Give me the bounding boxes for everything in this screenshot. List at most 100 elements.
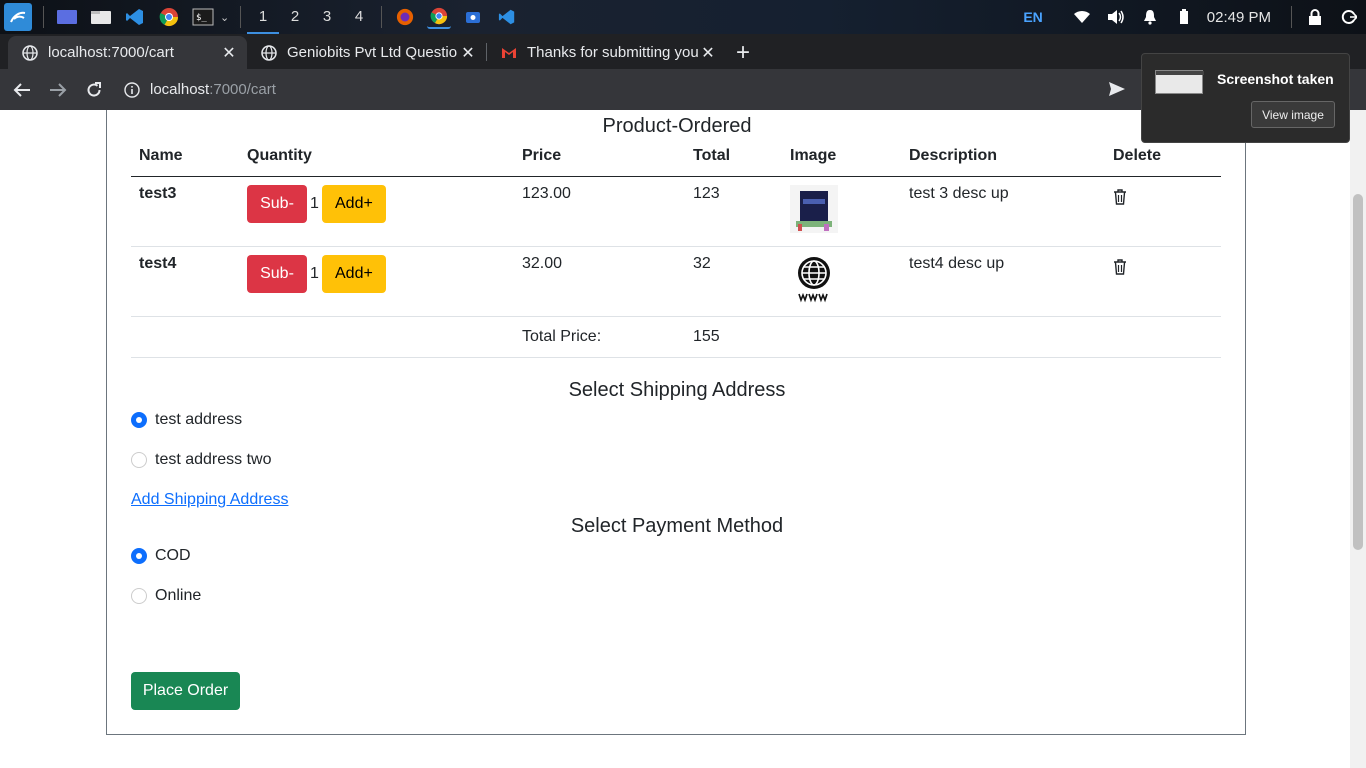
chrome-window-icon[interactable] xyxy=(427,5,451,29)
tab-title: localhost:7000/cart xyxy=(48,44,174,61)
arrow-left-icon xyxy=(13,82,30,97)
vscode-icon[interactable] xyxy=(123,5,147,29)
screenshot-thumbnail[interactable] xyxy=(1155,70,1204,94)
vscode-window-icon[interactable] xyxy=(495,5,519,29)
radio-button[interactable] xyxy=(131,412,147,428)
delete-cell xyxy=(1105,176,1221,247)
quantity-stepper: Sub- 1 Add+ xyxy=(247,184,506,223)
column-header: Image xyxy=(782,137,901,177)
back-button[interactable] xyxy=(6,74,38,106)
total-row: Total Price: 155 xyxy=(131,316,1221,358)
table-row: test3 Sub- 1 Add+ 123.00 123 test 3 desc… xyxy=(131,176,1221,247)
lock-icon[interactable] xyxy=(1306,8,1324,26)
close-icon[interactable]: ✕ xyxy=(700,43,716,63)
column-header: Description xyxy=(901,137,1105,177)
workspace-2[interactable]: 2 xyxy=(279,0,311,34)
total-price-label: Total Price: xyxy=(514,316,685,358)
column-header: Name xyxy=(131,137,239,177)
column-header: Total xyxy=(685,137,782,177)
url-path: :7000/cart xyxy=(209,81,276,98)
total-price-value: 155 xyxy=(685,316,782,358)
quantity-cell: Sub- 1 Add+ xyxy=(239,246,514,317)
kali-menu-icon[interactable] xyxy=(4,3,32,31)
column-header: Price xyxy=(514,137,685,177)
radio-button[interactable] xyxy=(131,588,147,604)
forward-button[interactable] xyxy=(42,74,74,106)
quantity-cell: Sub- 1 Add+ xyxy=(239,176,514,247)
scrollbar-thumb[interactable] xyxy=(1353,194,1363,550)
workspace-4[interactable]: 4 xyxy=(343,0,375,34)
increase-quantity-button[interactable]: Add+ xyxy=(321,184,386,223)
price: 32.00 xyxy=(514,246,685,317)
line-total: 123 xyxy=(685,176,782,247)
decrease-quantity-button[interactable]: Sub- xyxy=(247,254,307,293)
taskbar-separator xyxy=(381,6,382,28)
tab-geniobits[interactable]: Geniobits Pvt Ltd Questio ✕ xyxy=(247,36,486,69)
tab-cart[interactable]: localhost:7000/cart ✕ xyxy=(8,36,247,69)
url-bar[interactable]: localhost:7000/cart xyxy=(124,75,1084,105)
shipping-title: Select Shipping Address xyxy=(568,379,786,401)
battery-icon[interactable] xyxy=(1175,8,1193,26)
product-name: test3 xyxy=(131,176,239,247)
description: test4 desc up xyxy=(901,246,1105,317)
shipping-option[interactable]: test address xyxy=(131,411,242,429)
globe-icon xyxy=(261,44,277,61)
reload-button[interactable] xyxy=(78,74,110,106)
logout-icon[interactable] xyxy=(1340,8,1358,26)
tab-gmail[interactable]: Thanks for submitting you ✕ xyxy=(487,36,726,69)
page-content: Product-Ordered Name Quantity Price Tota… xyxy=(0,110,1350,768)
desktop-icon[interactable] xyxy=(55,5,79,29)
place-order-button[interactable]: Place Order xyxy=(131,672,240,710)
clock[interactable]: 02:49 PM xyxy=(1207,9,1271,26)
notification-bell-icon[interactable] xyxy=(1141,8,1159,26)
description: test 3 desc up xyxy=(901,176,1105,247)
tab-title: Geniobits Pvt Ltd Questio xyxy=(287,44,458,61)
line-total: 32 xyxy=(685,246,782,317)
view-image-button[interactable]: View image xyxy=(1251,101,1335,128)
radio-button[interactable] xyxy=(131,548,147,564)
decrease-quantity-button[interactable]: Sub- xyxy=(247,184,307,223)
volume-icon[interactable] xyxy=(1107,8,1125,26)
send-icon[interactable] xyxy=(1108,80,1126,98)
shipping-option[interactable]: test address two xyxy=(131,451,272,469)
trash-icon[interactable] xyxy=(1113,188,1127,205)
shipping-option-label: test address two xyxy=(155,451,272,468)
book-cover-thumbnail xyxy=(790,184,838,233)
workspace-3[interactable]: 3 xyxy=(311,0,343,34)
quantity-stepper: Sub- 1 Add+ xyxy=(247,254,506,293)
close-icon[interactable]: ✕ xyxy=(221,43,237,63)
add-shipping-address-link[interactable]: Add Shipping Address xyxy=(131,491,288,509)
www-globe-icon xyxy=(798,256,830,302)
firefox-icon[interactable] xyxy=(393,5,417,29)
price: 123.00 xyxy=(514,176,685,247)
increase-quantity-button[interactable]: Add+ xyxy=(321,254,386,293)
table-header-row: Name Quantity Price Total Image Descript… xyxy=(131,137,1221,177)
payment-option[interactable]: COD xyxy=(131,547,191,565)
screenshot-app-icon[interactable] xyxy=(461,5,485,29)
terminal-icon[interactable]: $_ xyxy=(191,5,215,29)
payment-option[interactable]: Online xyxy=(131,587,201,605)
gmail-icon xyxy=(502,47,516,58)
cart-title: Product-Ordered xyxy=(602,115,752,137)
radio-button[interactable] xyxy=(131,452,147,468)
notification-title: Screenshot taken xyxy=(1217,71,1334,87)
taskbar-separator xyxy=(1291,6,1292,28)
keyboard-language[interactable]: EN xyxy=(1023,9,1042,25)
quantity-value: 1 xyxy=(310,264,319,282)
file-manager-icon[interactable] xyxy=(89,5,113,29)
chevron-down-icon[interactable]: ⌄ xyxy=(220,11,234,24)
svg-text:$_: $_ xyxy=(196,13,207,23)
page-scrollbar[interactable] xyxy=(1350,110,1366,768)
info-icon[interactable] xyxy=(124,81,140,98)
workspace-1[interactable]: 1 xyxy=(247,0,279,34)
arrow-right-icon xyxy=(50,82,67,97)
new-tab-button[interactable]: + xyxy=(726,36,760,69)
wifi-icon[interactable] xyxy=(1073,8,1091,26)
cart-table: Name Quantity Price Total Image Descript… xyxy=(131,137,1221,358)
column-header: Quantity xyxy=(239,137,514,177)
chrome-icon[interactable] xyxy=(157,5,181,29)
close-icon[interactable]: ✕ xyxy=(460,43,476,63)
tab-title: Thanks for submitting you xyxy=(527,44,699,61)
quantity-value: 1 xyxy=(310,194,319,212)
trash-icon[interactable] xyxy=(1113,258,1127,275)
